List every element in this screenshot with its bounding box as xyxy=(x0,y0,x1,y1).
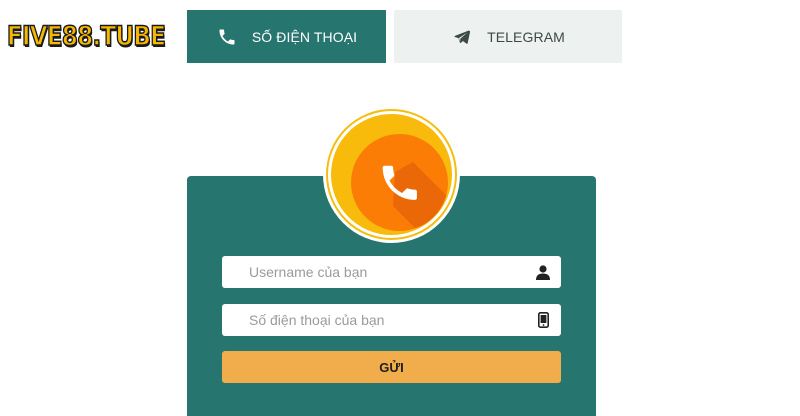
badge-outer-circle xyxy=(331,114,452,235)
phone-icon xyxy=(216,26,238,48)
telegram-icon xyxy=(451,26,473,48)
tab-telegram[interactable]: TELEGRAM xyxy=(394,10,622,63)
phone-icon xyxy=(382,162,448,231)
mobile-icon xyxy=(535,312,551,328)
username-field[interactable] xyxy=(222,256,561,288)
tab-telegram-label: TELEGRAM xyxy=(487,28,565,45)
phone-badge xyxy=(323,106,460,243)
username-input[interactable] xyxy=(222,256,535,288)
submit-button[interactable]: GỬI xyxy=(222,351,561,383)
tab-phone-number[interactable]: SỐ ĐIỆN THOẠI xyxy=(187,10,386,63)
tab-phone-label: SỐ ĐIỆN THOẠI xyxy=(251,28,358,45)
phone-field[interactable] xyxy=(222,304,561,336)
user-icon xyxy=(535,264,551,280)
phone-input[interactable] xyxy=(222,304,535,336)
brand-logo[interactable]: FIVE88.TUBE xyxy=(7,13,167,60)
submit-label: GỬI xyxy=(379,359,404,375)
badge-inner-circle xyxy=(351,134,448,231)
logo-text: FIVE88.TUBE xyxy=(7,20,167,53)
